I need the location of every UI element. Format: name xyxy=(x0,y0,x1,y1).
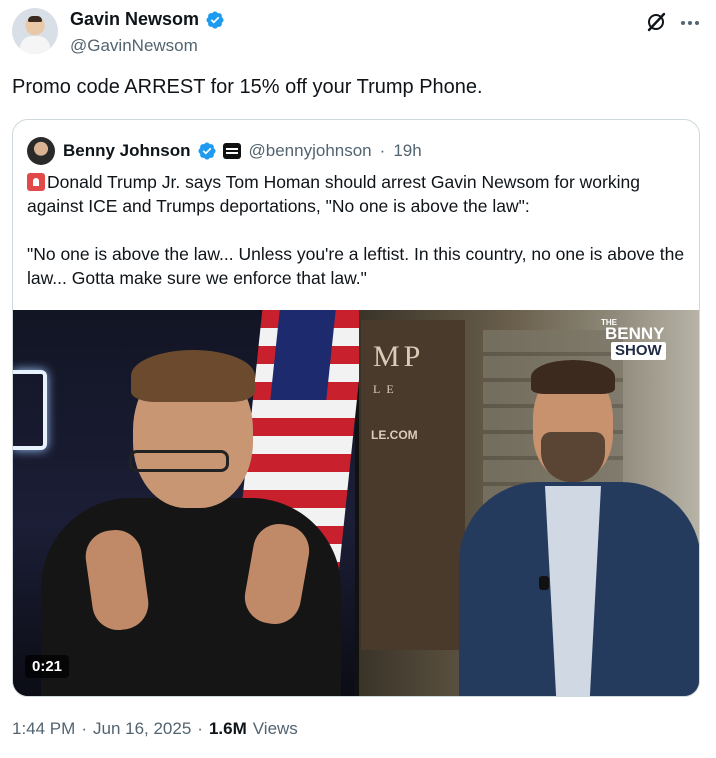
guest-hair xyxy=(531,360,615,394)
quoted-header: Benny Johnson @bennyjohnson · 19h xyxy=(27,136,422,166)
neon-sign xyxy=(13,370,47,450)
lapel-mic xyxy=(539,576,549,590)
affiliation-badge-icon[interactable] xyxy=(222,143,241,159)
author-handle[interactable]: @GavinNewsom xyxy=(70,36,198,56)
grok-icon[interactable] xyxy=(644,10,668,34)
flag-canton xyxy=(270,310,336,400)
quoted-avatar[interactable] xyxy=(27,137,55,165)
more-dot xyxy=(695,21,699,25)
author-name[interactable]: Gavin Newsom xyxy=(70,9,199,30)
more-dot xyxy=(681,21,685,25)
show-logo-line1: BENNY xyxy=(605,324,665,343)
video-player[interactable]: MP LE LE.COM THE BENNY SHOW 0:21 xyxy=(13,310,699,696)
tweet-meta: 1:44 PM · Jun 16, 2025 · 1.6M Views xyxy=(12,719,298,739)
more-icon[interactable] xyxy=(678,14,702,32)
host-hair xyxy=(131,350,255,402)
siren-emoji-icon xyxy=(27,173,45,191)
author-avatar[interactable] xyxy=(12,8,58,54)
quoted-name[interactable]: Benny Johnson xyxy=(63,141,191,161)
views-count: 1.6M xyxy=(208,719,247,738)
meta-separator: · xyxy=(81,719,87,738)
quoted-paragraph-1: Donald Trump Jr. says Tom Homan should a… xyxy=(27,172,640,216)
views-label: Views xyxy=(252,719,298,738)
quoted-tweet[interactable]: Benny Johnson @bennyjohnson · 19h Donald… xyxy=(12,119,700,697)
video-duration-badge: 0:21 xyxy=(25,655,70,678)
meta-separator: · xyxy=(197,719,203,738)
author-name-row: Gavin Newsom xyxy=(70,9,225,30)
quoted-time[interactable]: 19h xyxy=(393,141,421,161)
quoted-text: Donald Trump Jr. says Tom Homan should a… xyxy=(27,170,691,314)
verified-badge-icon xyxy=(197,142,216,160)
host-glasses xyxy=(129,450,229,472)
show-logo-line2: SHOW xyxy=(611,342,666,360)
tweet-text: Promo code ARREST for 15% off your Trump… xyxy=(12,76,483,98)
tweet-date[interactable]: Jun 16, 2025 xyxy=(93,719,191,739)
quoted-paragraph-2: "No one is above the law... Unless you'r… xyxy=(27,244,685,288)
verified-badge-icon xyxy=(206,10,224,29)
tweet-time[interactable]: 1:44 PM xyxy=(12,719,75,739)
avatar-hair xyxy=(28,16,42,22)
show-logo: THE BENNY SHOW xyxy=(599,318,689,364)
poster-subtext: LE xyxy=(373,382,400,396)
poster-url: LE.COM xyxy=(371,428,418,442)
quoted-separator: · xyxy=(379,141,386,160)
avatar-suit xyxy=(20,36,50,54)
quoted-handle[interactable]: @bennyjohnson xyxy=(249,141,372,161)
poster-text: MP xyxy=(373,340,425,373)
more-dot xyxy=(688,21,692,25)
